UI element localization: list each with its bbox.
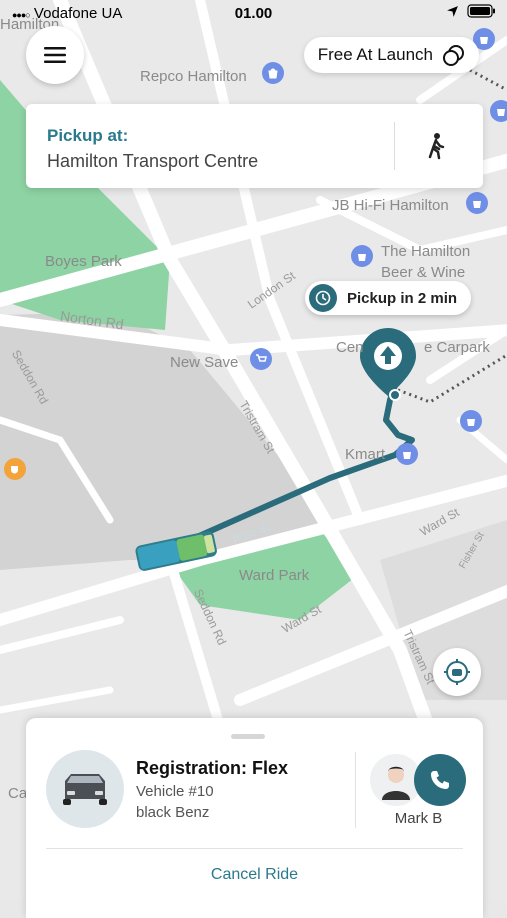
hamburger-icon (44, 47, 66, 63)
call-driver-button[interactable] (414, 754, 466, 806)
map-label-hamilton-beer: The Hamilton (381, 243, 471, 260)
pickup-address[interactable]: Hamilton Transport Centre (47, 151, 258, 172)
map-label-jbhifi: JB Hi-Fi Hamilton (332, 197, 449, 214)
pickup-label: Pickup at: (47, 126, 129, 145)
van-icon (63, 774, 107, 805)
map-label-carpark-a: Cen (336, 339, 364, 356)
map-label-ward-park: Ward Park (239, 567, 310, 584)
walking-icon[interactable] (424, 132, 448, 160)
divider (394, 122, 395, 170)
locate-car-icon (444, 659, 470, 685)
status-time: 01.00 (234, 5, 273, 22)
vehicle-registration: Registration: Flex (136, 758, 289, 778)
ride-details-sheet[interactable]: Registration: Flex Vehicle #10 black Ben… (26, 718, 483, 918)
recenter-button[interactable] (433, 648, 481, 696)
phone-icon (431, 771, 449, 789)
promo-button[interactable]: Free At Launch (303, 37, 479, 73)
driver-name: Mark B (394, 810, 443, 827)
divider (46, 848, 463, 849)
battery-icon (467, 4, 495, 18)
location-icon (447, 5, 458, 17)
shop-icon[interactable] (351, 245, 373, 267)
sheet-drag-handle[interactable] (231, 734, 265, 739)
coins-icon (443, 45, 464, 66)
driver-photo-icon (382, 766, 410, 800)
shop-icon[interactable] (262, 62, 284, 84)
map-label-left-edge: Ca (8, 785, 28, 802)
vehicle-number: Vehicle #10 (136, 783, 214, 800)
shop-icon[interactable] (396, 443, 418, 465)
shop-icon[interactable] (460, 410, 482, 432)
map-label-repco: Repco Hamilton (140, 68, 247, 85)
clock-icon (309, 284, 337, 312)
promo-label: Free At Launch (317, 45, 433, 64)
cancel-ride-button[interactable]: Cancel Ride (26, 866, 483, 884)
vehicle-avatar (46, 750, 124, 828)
pickup-card[interactable]: Pickup at: Hamilton Transport Centre (26, 104, 483, 188)
shop-icon[interactable] (466, 192, 488, 214)
eta-text: Pickup in 2 min (347, 289, 458, 307)
cafe-icon[interactable] (4, 458, 26, 480)
menu-button[interactable] (26, 26, 84, 84)
map-label-boyes-park: Boyes Park (45, 253, 122, 270)
status-bar: ●●●○ Vodafone UA 01.00 (0, 0, 507, 28)
vehicle-description: black Benz (136, 804, 210, 821)
shop-icon[interactable] (490, 100, 507, 122)
map-label-new-save: New Save (170, 354, 239, 371)
map-label-kmart: Kmart (345, 446, 386, 463)
map-label-hamilton-beer-2: Beer & Wine (381, 264, 466, 281)
shop-icon[interactable] (250, 348, 272, 370)
map-label-carpark-b: e Carpark (424, 339, 490, 356)
eta-bubble: Pickup in 2 min (305, 281, 472, 315)
divider (355, 752, 356, 828)
